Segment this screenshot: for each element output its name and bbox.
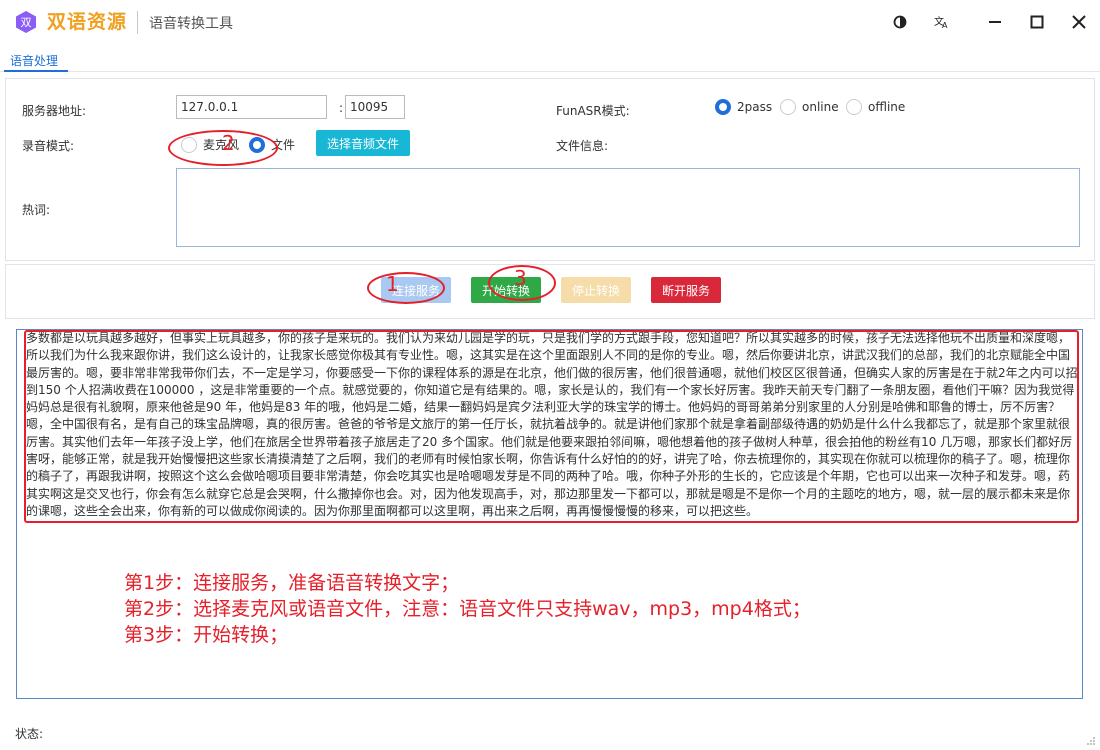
funasr-radio-offline[interactable]: offline [846,99,905,115]
step-2-text: 第2步：选择麦克风或语音文件，注意：语音文件只支持wav，mp3，mp4格式； [124,598,811,620]
settings-panel: 服务器地址: : FunASR模式: 2pass online offline … [5,78,1095,261]
radio-unselected-icon [846,99,862,115]
tab-active-indicator [4,70,68,72]
title-bar: 双 双语资源 语音转换工具 文A [0,0,1100,44]
server-address-input[interactable] [176,95,327,119]
radio-selected-icon [249,136,265,153]
app-name: 双语资源 [47,11,128,33]
translate-icon[interactable]: 文A [932,12,952,32]
step-3-text: 第3步：开始转换； [124,624,289,646]
step-1-text: 第1步：连接服务，准备语音转换文字； [124,572,460,594]
app-subtitle: 语音转换工具 [149,16,233,32]
transcript-text: 多数都是以玩具越多越好，但事实上玩具越多，你的孩子是来玩的。我们认为来幼儿园是学… [26,331,1078,518]
hotword-textarea[interactable] [176,168,1080,247]
connect-service-button[interactable]: 连接服务 [381,277,451,303]
minimize-icon[interactable] [985,12,1005,32]
maximize-icon[interactable] [1027,12,1047,32]
record-radio-file[interactable]: 文件 [249,136,295,153]
tab-speech-processing[interactable]: 语音处理 [10,52,58,69]
funasr-radio-2pass[interactable]: 2pass [715,99,772,115]
actions-panel: 连接服务 开始转换 停止转换 断开服务 [5,264,1095,319]
svg-text:双: 双 [21,16,32,29]
radio-unselected-icon [780,99,796,115]
port-separator: : [339,101,344,115]
radio-selected-icon [715,99,731,115]
record-mode-label: 录音模式: [22,139,75,153]
theme-icon[interactable] [890,12,910,32]
disconnect-service-button[interactable]: 断开服务 [651,277,721,303]
funasr-mode-label: FunASR模式: [556,104,630,118]
server-address-label: 服务器地址: [22,104,87,118]
file-info-label: 文件信息: [556,139,609,153]
select-audio-file-button[interactable]: 选择音频文件 [316,130,410,156]
status-label: 状态: [15,727,44,741]
radio-unselected-icon [181,136,197,153]
hotword-label: 热词: [22,203,51,217]
app-logo-icon: 双 [16,11,36,33]
instruction-steps: 第1步：连接服务，准备语音转换文字； 第2步：选择麦克风或语音文件，注意：语音文… [124,570,811,648]
funasr-radio-online[interactable]: online [780,99,839,115]
close-icon[interactable] [1069,12,1089,32]
port-input[interactable] [345,95,405,119]
title-divider [137,11,138,34]
tab-bar-divider [0,71,1100,72]
start-conversion-button[interactable]: 开始转换 [471,277,541,303]
svg-text:A: A [942,21,948,29]
record-radio-microphone[interactable]: 麦克风 [181,136,239,153]
resize-grip-icon[interactable] [1086,736,1096,746]
stop-conversion-button[interactable]: 停止转换 [561,277,631,303]
